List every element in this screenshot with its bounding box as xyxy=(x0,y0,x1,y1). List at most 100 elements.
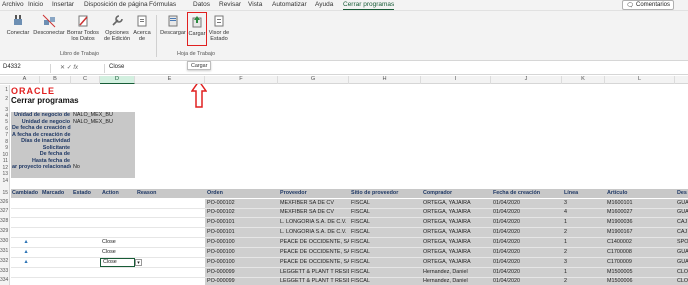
col-l[interactable]: L xyxy=(605,76,675,84)
row-number[interactable]: 1 xyxy=(0,87,10,94)
tab-datos[interactable]: Datos xyxy=(193,1,210,8)
table-cell-prov[interactable]: LEGGETT & PLANT T RESIDENC xyxy=(279,278,349,285)
col-e[interactable]: E xyxy=(135,76,205,84)
table-cell-art[interactable]: M1600027 xyxy=(606,209,675,216)
table-cell-prov[interactable]: MEXFIBER SA DE CV xyxy=(279,200,349,207)
col-d[interactable]: D xyxy=(100,76,135,84)
table-cell-fecha[interactable]: 01/04/2020 xyxy=(492,229,562,236)
table-cell-prov[interactable]: PEACE DE OCCIDENTE, SA DE xyxy=(279,259,349,266)
tab-vista[interactable]: Vista xyxy=(248,1,262,8)
col-i[interactable]: I xyxy=(421,76,491,84)
table-cell-fecha[interactable]: 01/04/2020 xyxy=(492,259,562,266)
table-cell-orden[interactable]: PO-000102 xyxy=(206,200,278,207)
table-cell-art[interactable]: M1500006 xyxy=(606,278,675,285)
table-cell-des[interactable]: CLO xyxy=(676,269,688,276)
selected-cell[interactable]: Close xyxy=(100,258,135,267)
tab-formulas[interactable]: Fórmulas xyxy=(149,1,176,8)
table-cell-art[interactable]: C1700009 xyxy=(606,259,675,266)
col-f[interactable]: F xyxy=(205,76,278,84)
table-cell-des[interactable]: GUA xyxy=(676,209,688,216)
row-number[interactable]: 2 xyxy=(0,96,10,103)
conectar-button[interactable]: Conectar xyxy=(4,14,32,36)
descargar-button[interactable]: Descargar xyxy=(160,14,186,36)
row-number[interactable]: 328 xyxy=(0,218,10,227)
row-number[interactable]: 13 xyxy=(0,171,10,177)
table-cell-linea[interactable]: 3 xyxy=(563,200,605,207)
table-cell-des[interactable]: GUA xyxy=(676,259,688,266)
table-cell-comp[interactable]: Hernandez, Daniel xyxy=(422,269,491,276)
table-cell-linea[interactable]: 1 xyxy=(563,269,605,276)
row-number[interactable]: 334 xyxy=(0,277,10,285)
tab-archivo[interactable]: Archivo xyxy=(2,1,24,8)
table-cell-art[interactable]: C1700008 xyxy=(606,249,675,256)
desconectar-button[interactable]: Desconectar xyxy=(33,14,65,36)
table-cell-linea[interactable]: 3 xyxy=(563,259,605,266)
table-cell-linea[interactable]: 2 xyxy=(563,249,605,256)
table-cell-linea[interactable]: 4 xyxy=(563,209,605,216)
col-a[interactable]: A xyxy=(10,76,40,84)
dropdown-arrow-icon[interactable]: ▾ xyxy=(135,259,142,266)
param-value[interactable]: NALO_MEX_BU xyxy=(72,119,132,126)
table-cell-orden[interactable]: PO-000101 xyxy=(206,219,278,226)
table-cell-linea[interactable]: 2 xyxy=(563,229,605,236)
col-c[interactable]: C xyxy=(71,76,100,84)
table-cell-action[interactable]: Close xyxy=(101,239,135,246)
table-cell-prov[interactable]: PEACE DE OCCIDENTE, SA DE xyxy=(279,249,349,256)
table-cell-prov[interactable]: MEXFIBER SA DE CV xyxy=(279,209,349,216)
col-b[interactable]: B xyxy=(40,76,71,84)
table-cell-art[interactable]: M1500005 xyxy=(606,269,675,276)
table-cell-orden[interactable]: PO-000099 xyxy=(206,269,278,276)
table-cell-linea[interactable]: 1 xyxy=(563,239,605,246)
table-cell-sitio[interactable]: FISCAL xyxy=(350,209,421,216)
table-cell-fecha[interactable]: 01/04/2020 xyxy=(492,219,562,226)
table-cell-art[interactable]: M1900167 xyxy=(606,229,675,236)
table-cell-sitio[interactable]: FISCAL xyxy=(350,239,421,246)
table-cell-comp[interactable]: Hernandez, Daniel xyxy=(422,278,491,285)
col-g[interactable]: G xyxy=(278,76,349,84)
tab-ayuda[interactable]: Ayuda xyxy=(315,1,333,8)
row-number[interactable]: 14 xyxy=(0,178,10,184)
tab-automatizar[interactable]: Automatizar xyxy=(272,1,307,8)
row-number[interactable]: 5 xyxy=(0,119,10,125)
table-cell-art[interactable]: M1900036 xyxy=(606,219,675,226)
table-cell-des[interactable]: GUA xyxy=(676,249,688,256)
table-cell-prov[interactable]: L. LONGORIA S.A. DE C.V. xyxy=(279,229,349,236)
visor-estado-button[interactable]: Visor de Estado xyxy=(208,14,230,42)
table-cell-sitio[interactable]: FISCAL xyxy=(350,249,421,256)
table-cell-fecha[interactable]: 01/04/2020 xyxy=(492,239,562,246)
table-cell-sitio[interactable]: FISCAL xyxy=(350,269,421,276)
table-cell-chg[interactable]: ▲ xyxy=(11,259,40,266)
table-cell-sitio[interactable]: FISCAL xyxy=(350,278,421,285)
table-cell-action[interactable]: Close xyxy=(101,249,135,256)
table-cell-des[interactable]: CLO xyxy=(676,278,688,285)
param-value[interactable]: NALO_MEX_BU xyxy=(72,112,132,119)
tab-revisar[interactable]: Revisar xyxy=(219,1,241,8)
acerca-de-button[interactable]: Acerca de xyxy=(133,14,151,42)
name-box[interactable]: D4332 xyxy=(1,64,51,73)
table-cell-prov[interactable]: LEGGETT & PLANT T RESIDENC xyxy=(279,269,349,276)
table-cell-fecha[interactable]: 01/04/2020 xyxy=(492,209,562,216)
borrar-datos-button[interactable]: Borrar Todos los Datos xyxy=(66,14,100,42)
table-cell-orden[interactable]: PO-000100 xyxy=(206,239,278,246)
row-number[interactable]: 332 xyxy=(0,258,10,267)
cargar-button[interactable]: Cargar xyxy=(187,12,207,46)
row-number[interactable]: 7 xyxy=(0,132,10,138)
table-cell-chg[interactable]: ▲ xyxy=(11,249,40,256)
tab-cerrar-programas[interactable]: Cerrar programas xyxy=(343,1,395,10)
row-number[interactable]: 11 xyxy=(0,158,10,164)
table-cell-comp[interactable]: ORTEGA, YAJAIRA xyxy=(422,200,491,207)
table-cell-sitio[interactable]: FISCAL xyxy=(350,219,421,226)
tab-inicio[interactable]: Inicio xyxy=(28,1,43,8)
col-h[interactable]: H xyxy=(349,76,421,84)
table-cell-fecha[interactable]: 01/04/2020 xyxy=(492,249,562,256)
table-cell-des[interactable]: CAJ xyxy=(676,219,688,226)
table-cell-chg[interactable]: ▲ xyxy=(11,239,40,246)
tab-insertar[interactable]: Insertar xyxy=(52,1,74,8)
table-cell-comp[interactable]: ORTEGA, YAJAIRA xyxy=(422,259,491,266)
table-cell-comp[interactable]: ORTEGA, YAJAIRA xyxy=(422,239,491,246)
table-cell-comp[interactable]: ORTEGA, YAJAIRA xyxy=(422,219,491,226)
table-cell-orden[interactable]: PO-000101 xyxy=(206,229,278,236)
row-number[interactable]: 9 xyxy=(0,145,10,151)
row-number[interactable]: 331 xyxy=(0,248,10,257)
table-cell-des[interactable]: GUA xyxy=(676,200,688,207)
